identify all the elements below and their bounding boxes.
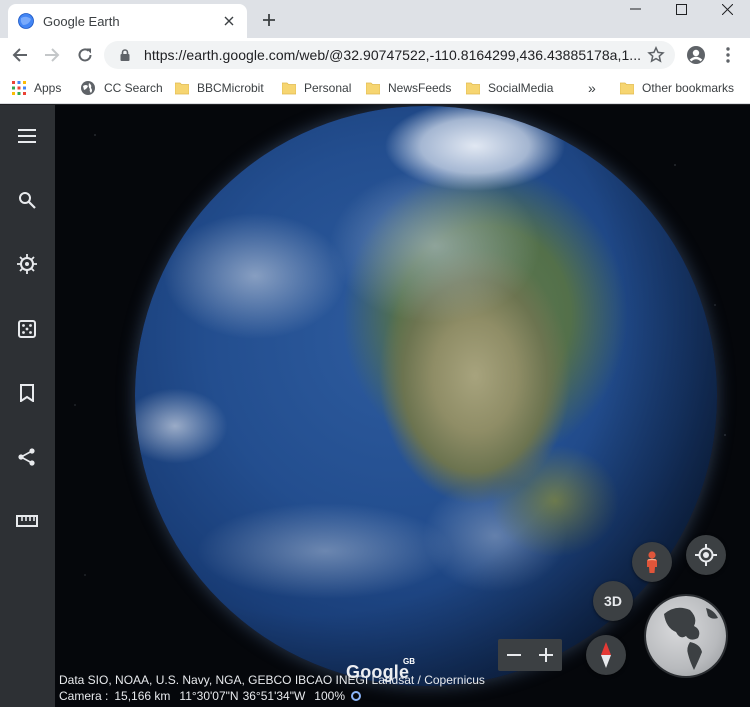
feeling-lucky-icon bbox=[18, 320, 36, 338]
bookmark-folder-newsfeeds[interactable]: NewsFeeds bbox=[366, 78, 451, 98]
bookmark-label: NewsFeeds bbox=[388, 81, 452, 95]
measure-ruler-icon bbox=[16, 515, 38, 527]
bookmark-label: CC Search bbox=[104, 81, 163, 95]
folder-icon bbox=[466, 82, 480, 95]
plus-icon bbox=[539, 648, 553, 662]
folder-icon bbox=[366, 82, 380, 95]
bookmark-star-icon[interactable] bbox=[647, 46, 665, 64]
toggle-3d-label: 3D bbox=[604, 593, 622, 609]
data-attribution[interactable]: Data SIO, NOAA, U.S. Navy, NGA, GEBCO IB… bbox=[59, 673, 485, 687]
arrow-right-icon bbox=[45, 48, 60, 62]
new-tab-button[interactable] bbox=[257, 8, 281, 32]
share-button[interactable] bbox=[13, 443, 41, 471]
close-tab-icon[interactable] bbox=[221, 13, 237, 29]
apps-grid-icon bbox=[12, 81, 26, 95]
url-text[interactable]: https://earth.google.com/web/@32.9074752… bbox=[144, 47, 647, 63]
pegman-icon bbox=[647, 551, 657, 573]
lock-icon[interactable] bbox=[118, 48, 132, 62]
tab-title: Google Earth bbox=[43, 13, 120, 29]
loading-spinner-icon bbox=[351, 691, 361, 701]
compass-icon bbox=[601, 642, 611, 668]
bookmark-folder-personal[interactable]: Personal bbox=[282, 78, 351, 98]
compass-button[interactable] bbox=[586, 635, 626, 675]
toggle-3d-button[interactable]: 3D bbox=[593, 581, 633, 621]
bookmark-label: BBCMicrobit bbox=[197, 81, 264, 95]
account-avatar-icon bbox=[687, 46, 705, 64]
bookmark-label: SocialMedia bbox=[488, 81, 554, 95]
share-icon bbox=[18, 448, 35, 466]
tab-strip: Google Earth bbox=[0, 0, 750, 38]
minimize-window-button[interactable] bbox=[612, 0, 658, 18]
projects-button[interactable] bbox=[13, 379, 41, 407]
bookmark-label: Personal bbox=[304, 81, 352, 95]
overview-minimap[interactable] bbox=[646, 596, 726, 676]
back-button[interactable] bbox=[8, 43, 32, 67]
my-location-button[interactable] bbox=[686, 535, 726, 575]
forward-button[interactable] bbox=[40, 43, 64, 67]
bookmark-cc-search[interactable]: CC Search bbox=[80, 78, 163, 98]
reload-icon bbox=[78, 48, 92, 62]
bookmark-label: Apps bbox=[34, 81, 62, 95]
pegman-street-view-button[interactable] bbox=[632, 542, 672, 582]
minimap-globe-icon bbox=[664, 607, 718, 670]
arrow-left-icon bbox=[12, 48, 27, 62]
camera-status-bar: Camera : 15,166 km 11°30'07"N 36°51'34"W… bbox=[59, 689, 361, 703]
zoom-in-button[interactable] bbox=[532, 641, 560, 669]
zoom-controls bbox=[498, 639, 562, 671]
plus-icon bbox=[263, 14, 275, 26]
bookmarks-bar: Apps CC Search BBCMicrobit Personal News… bbox=[0, 72, 750, 104]
earth-viewer: 3D Google GB Data SIO, NOAA, U.S. Navy, … bbox=[0, 105, 750, 707]
address-bar[interactable]: https://earth.google.com/web/@32.9074752… bbox=[104, 41, 675, 69]
camera-longitude: 36°51'34"W bbox=[242, 689, 306, 703]
main-menu-button[interactable] bbox=[13, 122, 41, 150]
voyager-icon bbox=[17, 254, 37, 274]
browser-menu-button[interactable] bbox=[716, 43, 740, 67]
camera-altitude: 15,166 km bbox=[114, 689, 171, 703]
voyager-button[interactable] bbox=[13, 250, 41, 278]
earth-sidebar bbox=[0, 105, 55, 707]
my-location-icon bbox=[695, 544, 717, 566]
folder-icon bbox=[282, 82, 296, 95]
more-vertical-icon bbox=[726, 47, 730, 63]
search-button[interactable] bbox=[13, 186, 41, 214]
folder-icon bbox=[620, 82, 634, 95]
google-earth-favicon-icon bbox=[18, 13, 34, 29]
search-icon bbox=[19, 192, 36, 209]
folder-icon bbox=[175, 82, 189, 95]
menu-icon bbox=[18, 129, 36, 143]
tab-google-earth[interactable]: Google Earth bbox=[8, 4, 247, 38]
minimize-icon bbox=[629, 8, 641, 10]
reload-button[interactable] bbox=[73, 43, 97, 67]
space-background bbox=[55, 105, 750, 707]
feeling-lucky-button[interactable] bbox=[13, 315, 41, 343]
close-window-button[interactable] bbox=[704, 0, 750, 18]
render-progress: 100% bbox=[314, 689, 345, 703]
globe-icon bbox=[81, 81, 95, 95]
bookmarks-overflow-button[interactable]: » bbox=[588, 78, 596, 98]
browser-toolbar: https://earth.google.com/web/@32.9074752… bbox=[0, 38, 750, 72]
maximize-icon bbox=[675, 3, 687, 15]
measure-button[interactable] bbox=[13, 507, 41, 535]
camera-latitude: 11°30'07"N bbox=[179, 689, 239, 703]
region-code: GB bbox=[403, 657, 415, 666]
maximize-window-button[interactable] bbox=[658, 0, 704, 18]
camera-label: Camera : bbox=[59, 689, 109, 703]
profile-button[interactable] bbox=[684, 43, 708, 67]
projects-bookmark-icon bbox=[20, 384, 34, 402]
close-icon bbox=[721, 3, 733, 15]
zoom-out-button[interactable] bbox=[500, 641, 528, 669]
bookmark-folder-other[interactable]: Other bookmarks bbox=[620, 78, 734, 98]
bookmark-folder-bbcmicrobit[interactable]: BBCMicrobit bbox=[175, 78, 264, 98]
bookmark-apps[interactable]: Apps bbox=[12, 78, 61, 98]
bookmark-folder-socialmedia[interactable]: SocialMedia bbox=[466, 78, 553, 98]
minus-icon bbox=[507, 654, 521, 656]
bookmark-label: Other bookmarks bbox=[642, 81, 735, 95]
